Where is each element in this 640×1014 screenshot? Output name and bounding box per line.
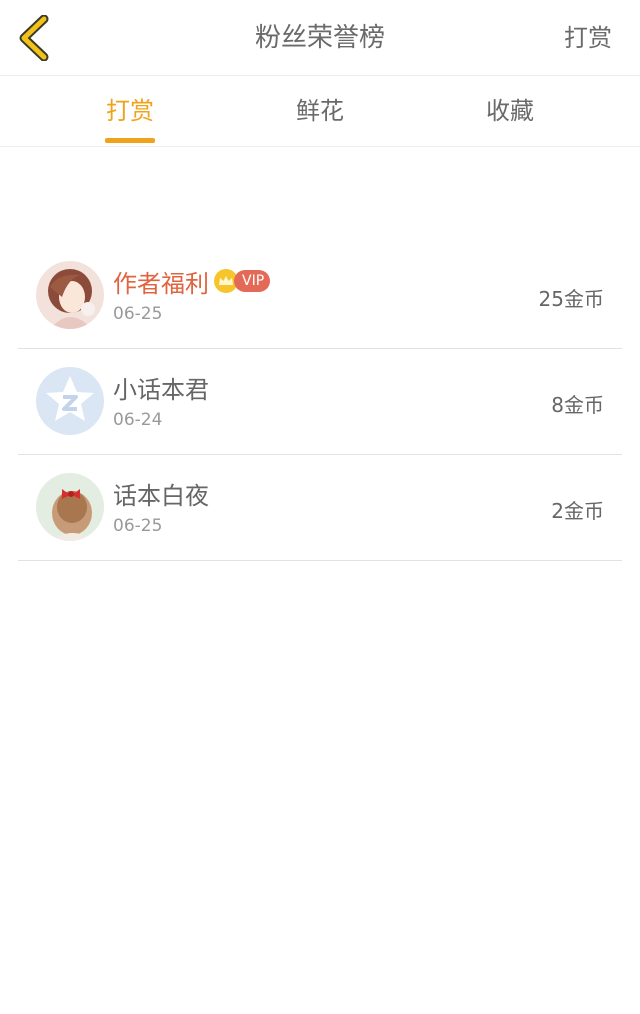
tip-button[interactable]: 打赏 — [564, 0, 612, 76]
avatar[interactable] — [36, 367, 104, 435]
vip-badge: VIP — [234, 270, 271, 292]
default-avatar-star-icon — [36, 367, 104, 435]
tab-tip[interactable]: 打赏 — [70, 76, 190, 147]
name-line: 作者福利 VIP — [113, 265, 271, 298]
tab-favorites[interactable]: 收藏 — [450, 76, 570, 147]
fan-name: 小话本君 — [113, 375, 209, 404]
avatar-image — [36, 473, 104, 541]
coin-amount: 2金币 — [551, 499, 604, 523]
list-item[interactable]: 话本白夜 06-25 2金币 — [18, 455, 622, 561]
top-bar: 粉丝荣誉榜 打赏 — [0, 0, 640, 76]
list-item[interactable]: 作者福利 VIP 06-25 25金币 — [18, 243, 622, 349]
tab-flowers[interactable]: 鲜花 — [260, 76, 380, 147]
avatar-image — [36, 261, 104, 329]
tab-flowers-label: 鲜花 — [296, 97, 344, 125]
avatar[interactable] — [36, 261, 104, 329]
name-line: 小话本君 — [113, 371, 209, 404]
coin-amount: 8金币 — [551, 393, 604, 417]
fan-date: 06-25 — [113, 304, 163, 324]
name-line: 话本白夜 — [113, 477, 209, 510]
avatar[interactable] — [36, 473, 104, 541]
list-item[interactable]: 小话本君 06-24 8金币 — [18, 349, 622, 455]
active-tab-indicator — [105, 138, 155, 143]
tab-tip-label: 打赏 — [106, 97, 154, 125]
fan-name: 话本白夜 — [113, 481, 209, 510]
tab-bar: 打赏 鲜花 收藏 — [0, 76, 640, 147]
fan-date: 06-25 — [113, 516, 163, 536]
fan-list: 作者福利 VIP 06-25 25金币 小话本君 06-24 8金币 话本白夜 … — [18, 243, 622, 561]
tab-favorites-label: 收藏 — [486, 97, 534, 125]
coin-amount: 25金币 — [538, 287, 604, 311]
page-title: 粉丝荣誉榜 — [254, 23, 385, 53]
fan-name: 作者福利 — [113, 269, 209, 298]
fan-date: 06-24 — [113, 410, 163, 430]
